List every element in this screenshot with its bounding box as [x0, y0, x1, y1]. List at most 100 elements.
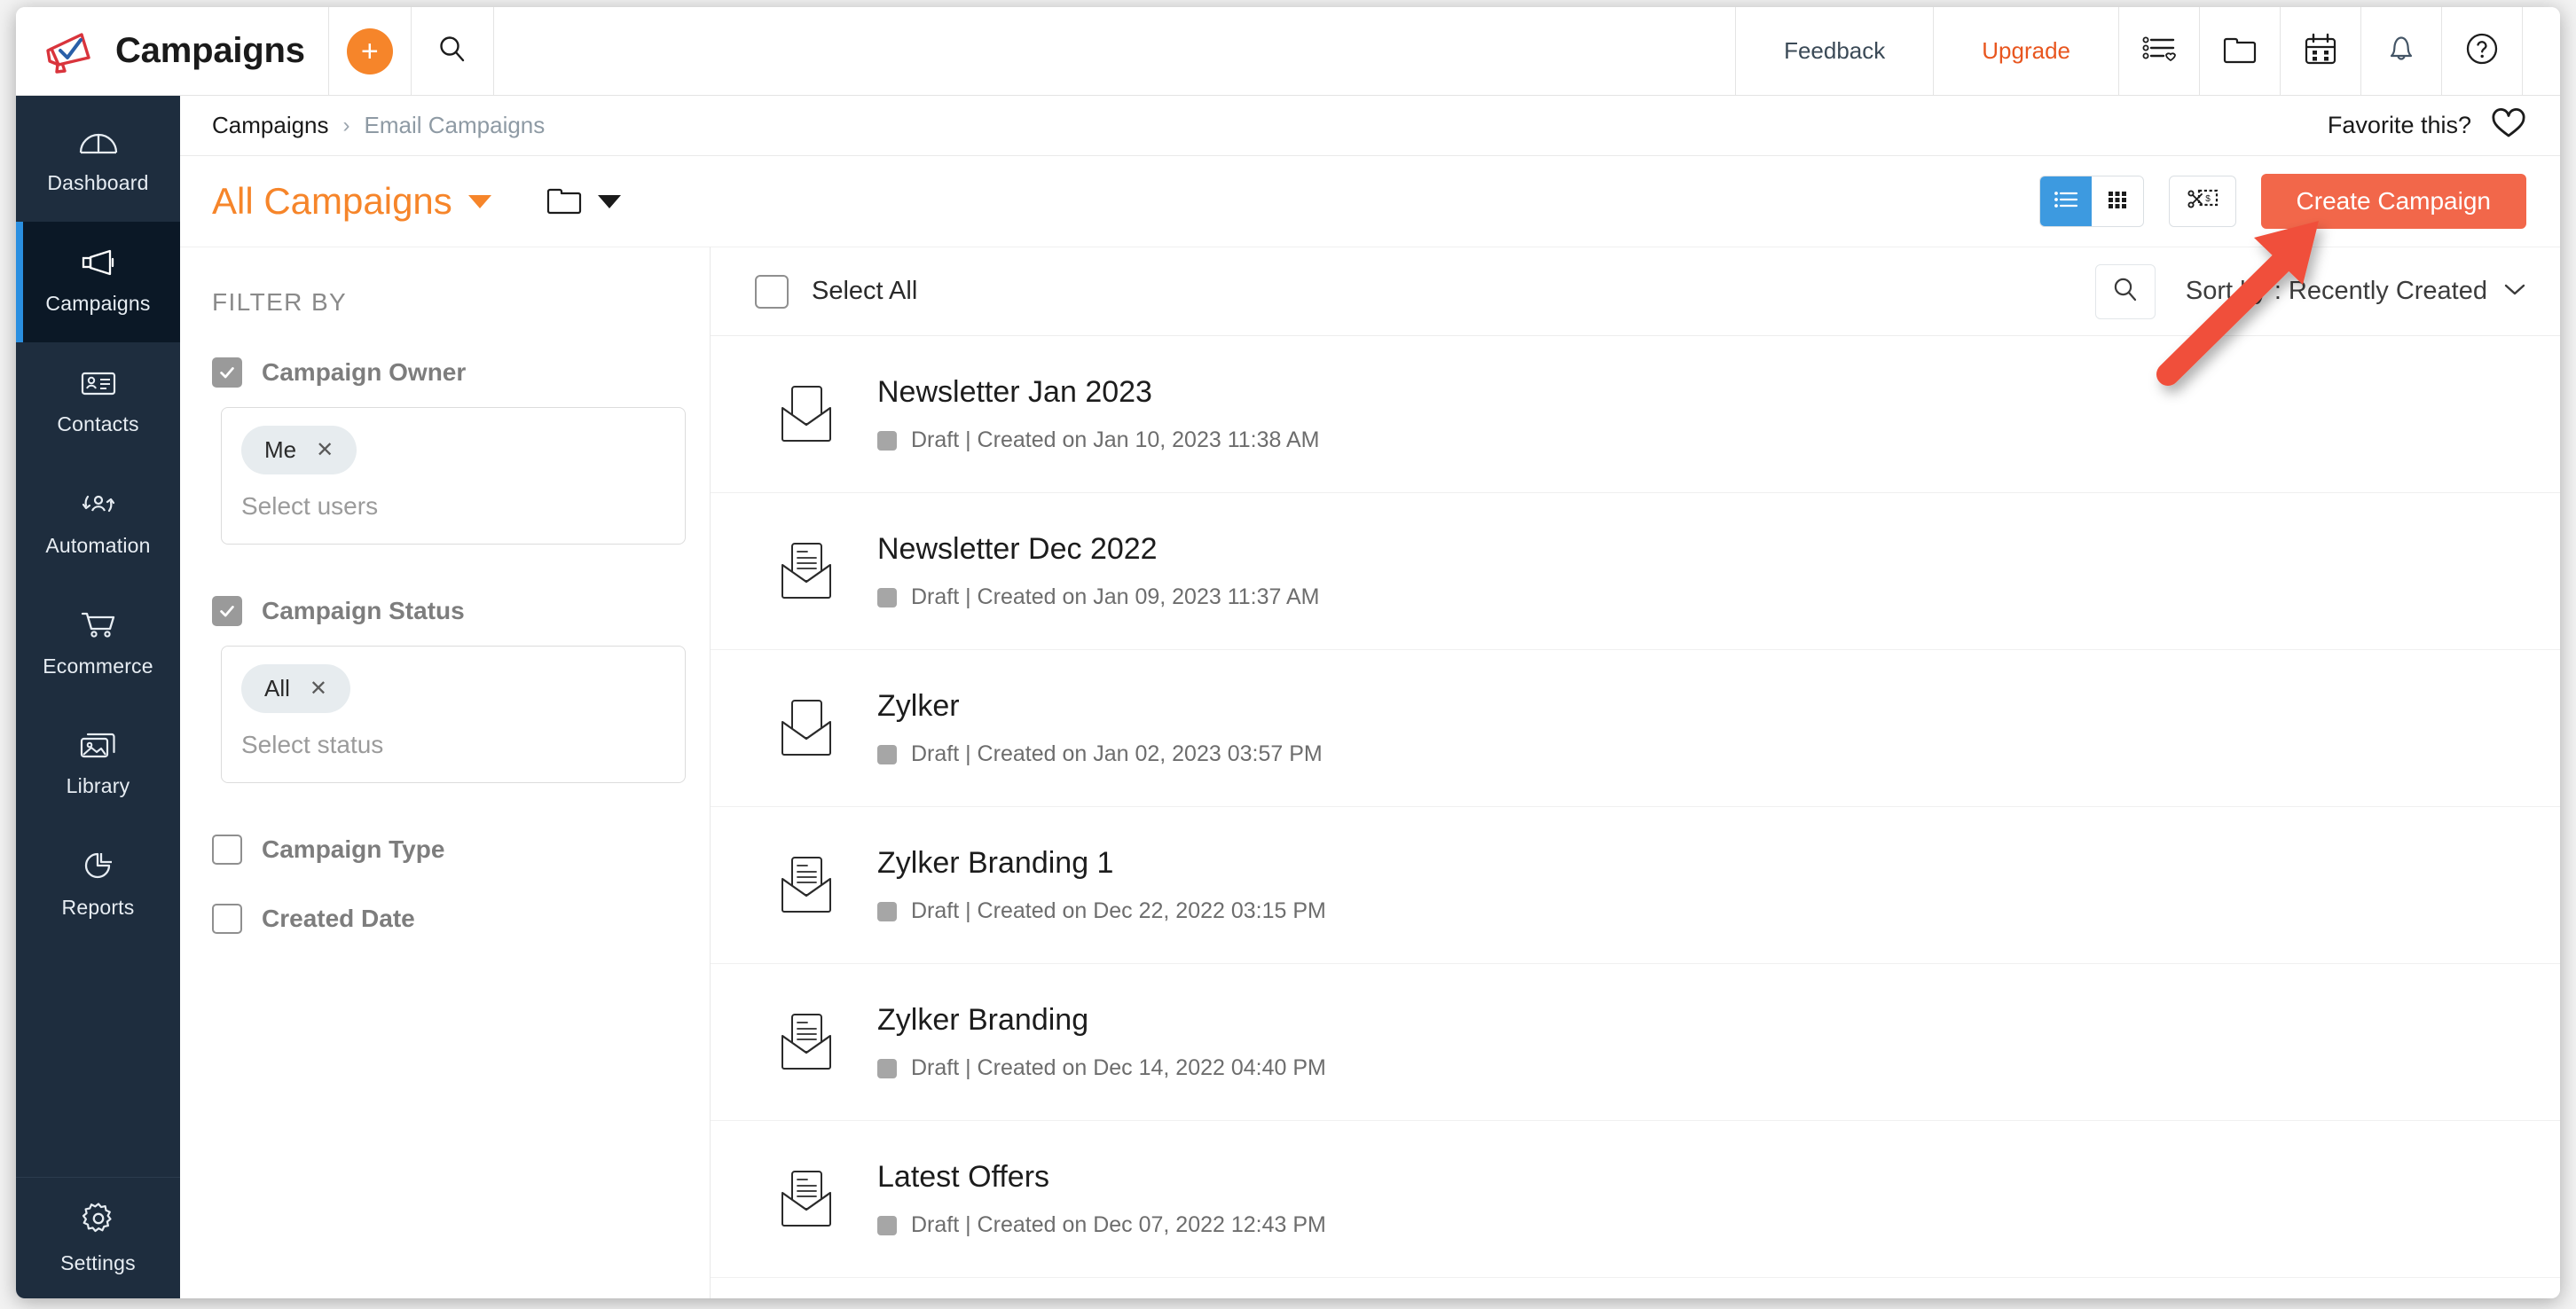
app-window: Campaigns + Feedback Upgrade Dashboard C… [16, 7, 2560, 1298]
sidebar-item-ecommerce[interactable]: Ecommerce [16, 584, 180, 704]
breadcrumb-current: Email Campaigns [364, 112, 546, 138]
filter-label: Campaign Type [262, 835, 445, 863]
action-toolbar: All Campaigns $ Create Campaign [180, 156, 2560, 247]
filter-label: Campaign Status [262, 597, 465, 624]
row-content: Zylker Draft | Created on Jan 02, 2023 0… [877, 689, 1323, 767]
image-library-icon [78, 731, 119, 764]
campaign-status-date: Draft | Created on Jan 10, 2023 11:38 AM [911, 427, 1320, 452]
select-all-checkbox[interactable] [755, 274, 789, 309]
sidebar-item-contacts[interactable]: Contacts [16, 342, 180, 463]
token-chip[interactable]: All ✕ [241, 664, 351, 713]
sidebar-item-dashboard[interactable]: Dashboard [16, 101, 180, 222]
grid-view-icon [2106, 188, 2129, 216]
view-selector[interactable]: All Campaigns [212, 180, 491, 223]
heart-outline-icon[interactable] [2491, 107, 2526, 144]
filter-group-campaign-type[interactable]: Campaign Type [212, 835, 678, 865]
close-icon[interactable]: ✕ [316, 437, 334, 463]
sort-by-dropdown[interactable]: Sort by : Recently Created [2186, 277, 2526, 306]
list-view-button[interactable] [2039, 176, 2092, 226]
campaign-name[interactable]: Latest Offers [877, 1160, 1326, 1195]
filter-checkbox-created-date[interactable] [212, 904, 242, 934]
checklist-heart-button[interactable] [2119, 7, 2199, 95]
campaign-name[interactable]: Newsletter Dec 2022 [877, 532, 1320, 567]
grid-view-button[interactable] [2092, 176, 2143, 226]
help-icon [2464, 31, 2500, 71]
breadcrumb-separator: › [342, 113, 350, 137]
view-mode-toggle[interactable] [2038, 176, 2144, 227]
create-campaign-button[interactable]: Create Campaign [2260, 174, 2526, 229]
table-row[interactable]: Zylker Draft | Created on Jan 02, 2023 0… [711, 650, 2560, 807]
sidebar-item-library[interactable]: Library [16, 704, 180, 825]
row-content: Newsletter Jan 2023 Draft | Created on J… [877, 375, 1320, 453]
campaign-name[interactable]: Zylker Branding [877, 1003, 1326, 1038]
add-button[interactable]: + [328, 7, 411, 95]
upgrade-link[interactable]: Upgrade [1934, 7, 2118, 95]
table-row[interactable]: Latest Offers Draft | Created on Dec 07,… [711, 1121, 2560, 1278]
contact-card-icon [78, 369, 119, 402]
favorite-control[interactable]: Favorite this? [2328, 107, 2526, 144]
list-search-button[interactable] [2094, 263, 2156, 319]
status-badge [877, 1058, 897, 1078]
filter-checkbox-campaign-type[interactable] [212, 835, 242, 865]
sidebar-item-campaigns[interactable]: Campaigns [16, 222, 180, 342]
campaign-meta: Draft | Created on Jan 09, 2023 11:37 AM [877, 584, 1320, 610]
table-row[interactable]: Newsletter Jan 2023 Draft | Created on J… [711, 336, 2560, 493]
table-row[interactable]: Zylker Branding 1 Draft | Created on Dec… [711, 807, 2560, 964]
campaign-name[interactable]: Zylker [877, 689, 1323, 724]
filter-group-campaign-owner[interactable]: Campaign Owner [212, 357, 678, 388]
calendar-button[interactable] [2281, 7, 2360, 95]
token-chip[interactable]: Me ✕ [241, 426, 357, 474]
sidebar-item-settings[interactable]: Settings [16, 1178, 180, 1298]
campaign-name[interactable]: Newsletter Jan 2023 [877, 375, 1320, 410]
toolbar-actions: $ Create Campaign [2038, 174, 2526, 229]
campaign-owner-token-field[interactable]: Me ✕ Select users [221, 407, 686, 545]
filter-heading: FILTER BY [212, 288, 348, 316]
sidebar-item-label: Dashboard [47, 171, 149, 194]
select-status-placeholder[interactable]: Select status [241, 731, 665, 759]
table-row[interactable]: Zylker Branding Draft | Created on Dec 1… [711, 964, 2560, 1121]
select-users-placeholder[interactable]: Select users [241, 492, 665, 521]
campaign-name[interactable]: Zylker Branding 1 [877, 846, 1326, 881]
notifications-button[interactable] [2361, 7, 2441, 95]
feedback-link[interactable]: Feedback [1736, 7, 1933, 95]
help-button[interactable] [2442, 7, 2522, 95]
breadcrumb-parent[interactable]: Campaigns [212, 112, 329, 139]
filter-checkbox-campaign-owner[interactable] [212, 357, 242, 388]
status-badge [877, 430, 897, 451]
campaign-status-token-field[interactable]: All ✕ Select status [221, 646, 686, 783]
sidebar-item-automation[interactable]: Automation [16, 463, 180, 584]
caret-down-icon [597, 194, 621, 208]
close-icon[interactable]: ✕ [310, 676, 327, 702]
folder-selector[interactable] [545, 184, 621, 220]
list-view-icon [2053, 188, 2079, 216]
status-badge [877, 1215, 897, 1235]
table-row[interactable]: Newsletter Dec 2022 Draft | Created on J… [711, 493, 2560, 650]
envelope-blank-icon [755, 382, 858, 446]
list-header-actions: Sort by : Recently Created [2094, 263, 2526, 319]
filter-group-campaign-status[interactable]: Campaign Status [212, 596, 678, 626]
global-search-button[interactable] [411, 7, 493, 95]
folder-icon [545, 184, 584, 220]
checklist-heart-icon [2141, 33, 2177, 69]
filter-checkbox-campaign-status[interactable] [212, 596, 242, 626]
sidebar-item-reports[interactable]: Reports [16, 825, 180, 945]
campaign-status-date: Draft | Created on Jan 02, 2023 03:57 PM [911, 741, 1323, 766]
sidebar-item-label: Campaigns [45, 292, 151, 315]
pie-chart-icon [78, 850, 119, 885]
folder-button[interactable] [2200, 7, 2280, 95]
filter-label: Created Date [262, 905, 415, 932]
sidebar-item-label: Library [66, 774, 130, 797]
status-badge [877, 587, 897, 607]
megaphone-icon [78, 248, 119, 281]
coupon-button[interactable]: $ [2168, 176, 2236, 227]
sidebar-item-label: Contacts [57, 412, 139, 435]
row-content: Newsletter Dec 2022 Draft | Created on J… [877, 532, 1320, 610]
filter-panel: FILTER BY Campaign Owner Me ✕ Select use… [180, 247, 711, 1298]
left-nav-rail: Dashboard Campaigns Contacts Automation … [16, 96, 180, 1298]
filter-group-created-date[interactable]: Created Date [212, 904, 678, 934]
top-header-bar: Campaigns + Feedback Upgrade [16, 7, 2560, 96]
select-all-control[interactable]: Select All [755, 274, 917, 309]
nav-items: Dashboard Campaigns Contacts Automation … [16, 96, 180, 1177]
